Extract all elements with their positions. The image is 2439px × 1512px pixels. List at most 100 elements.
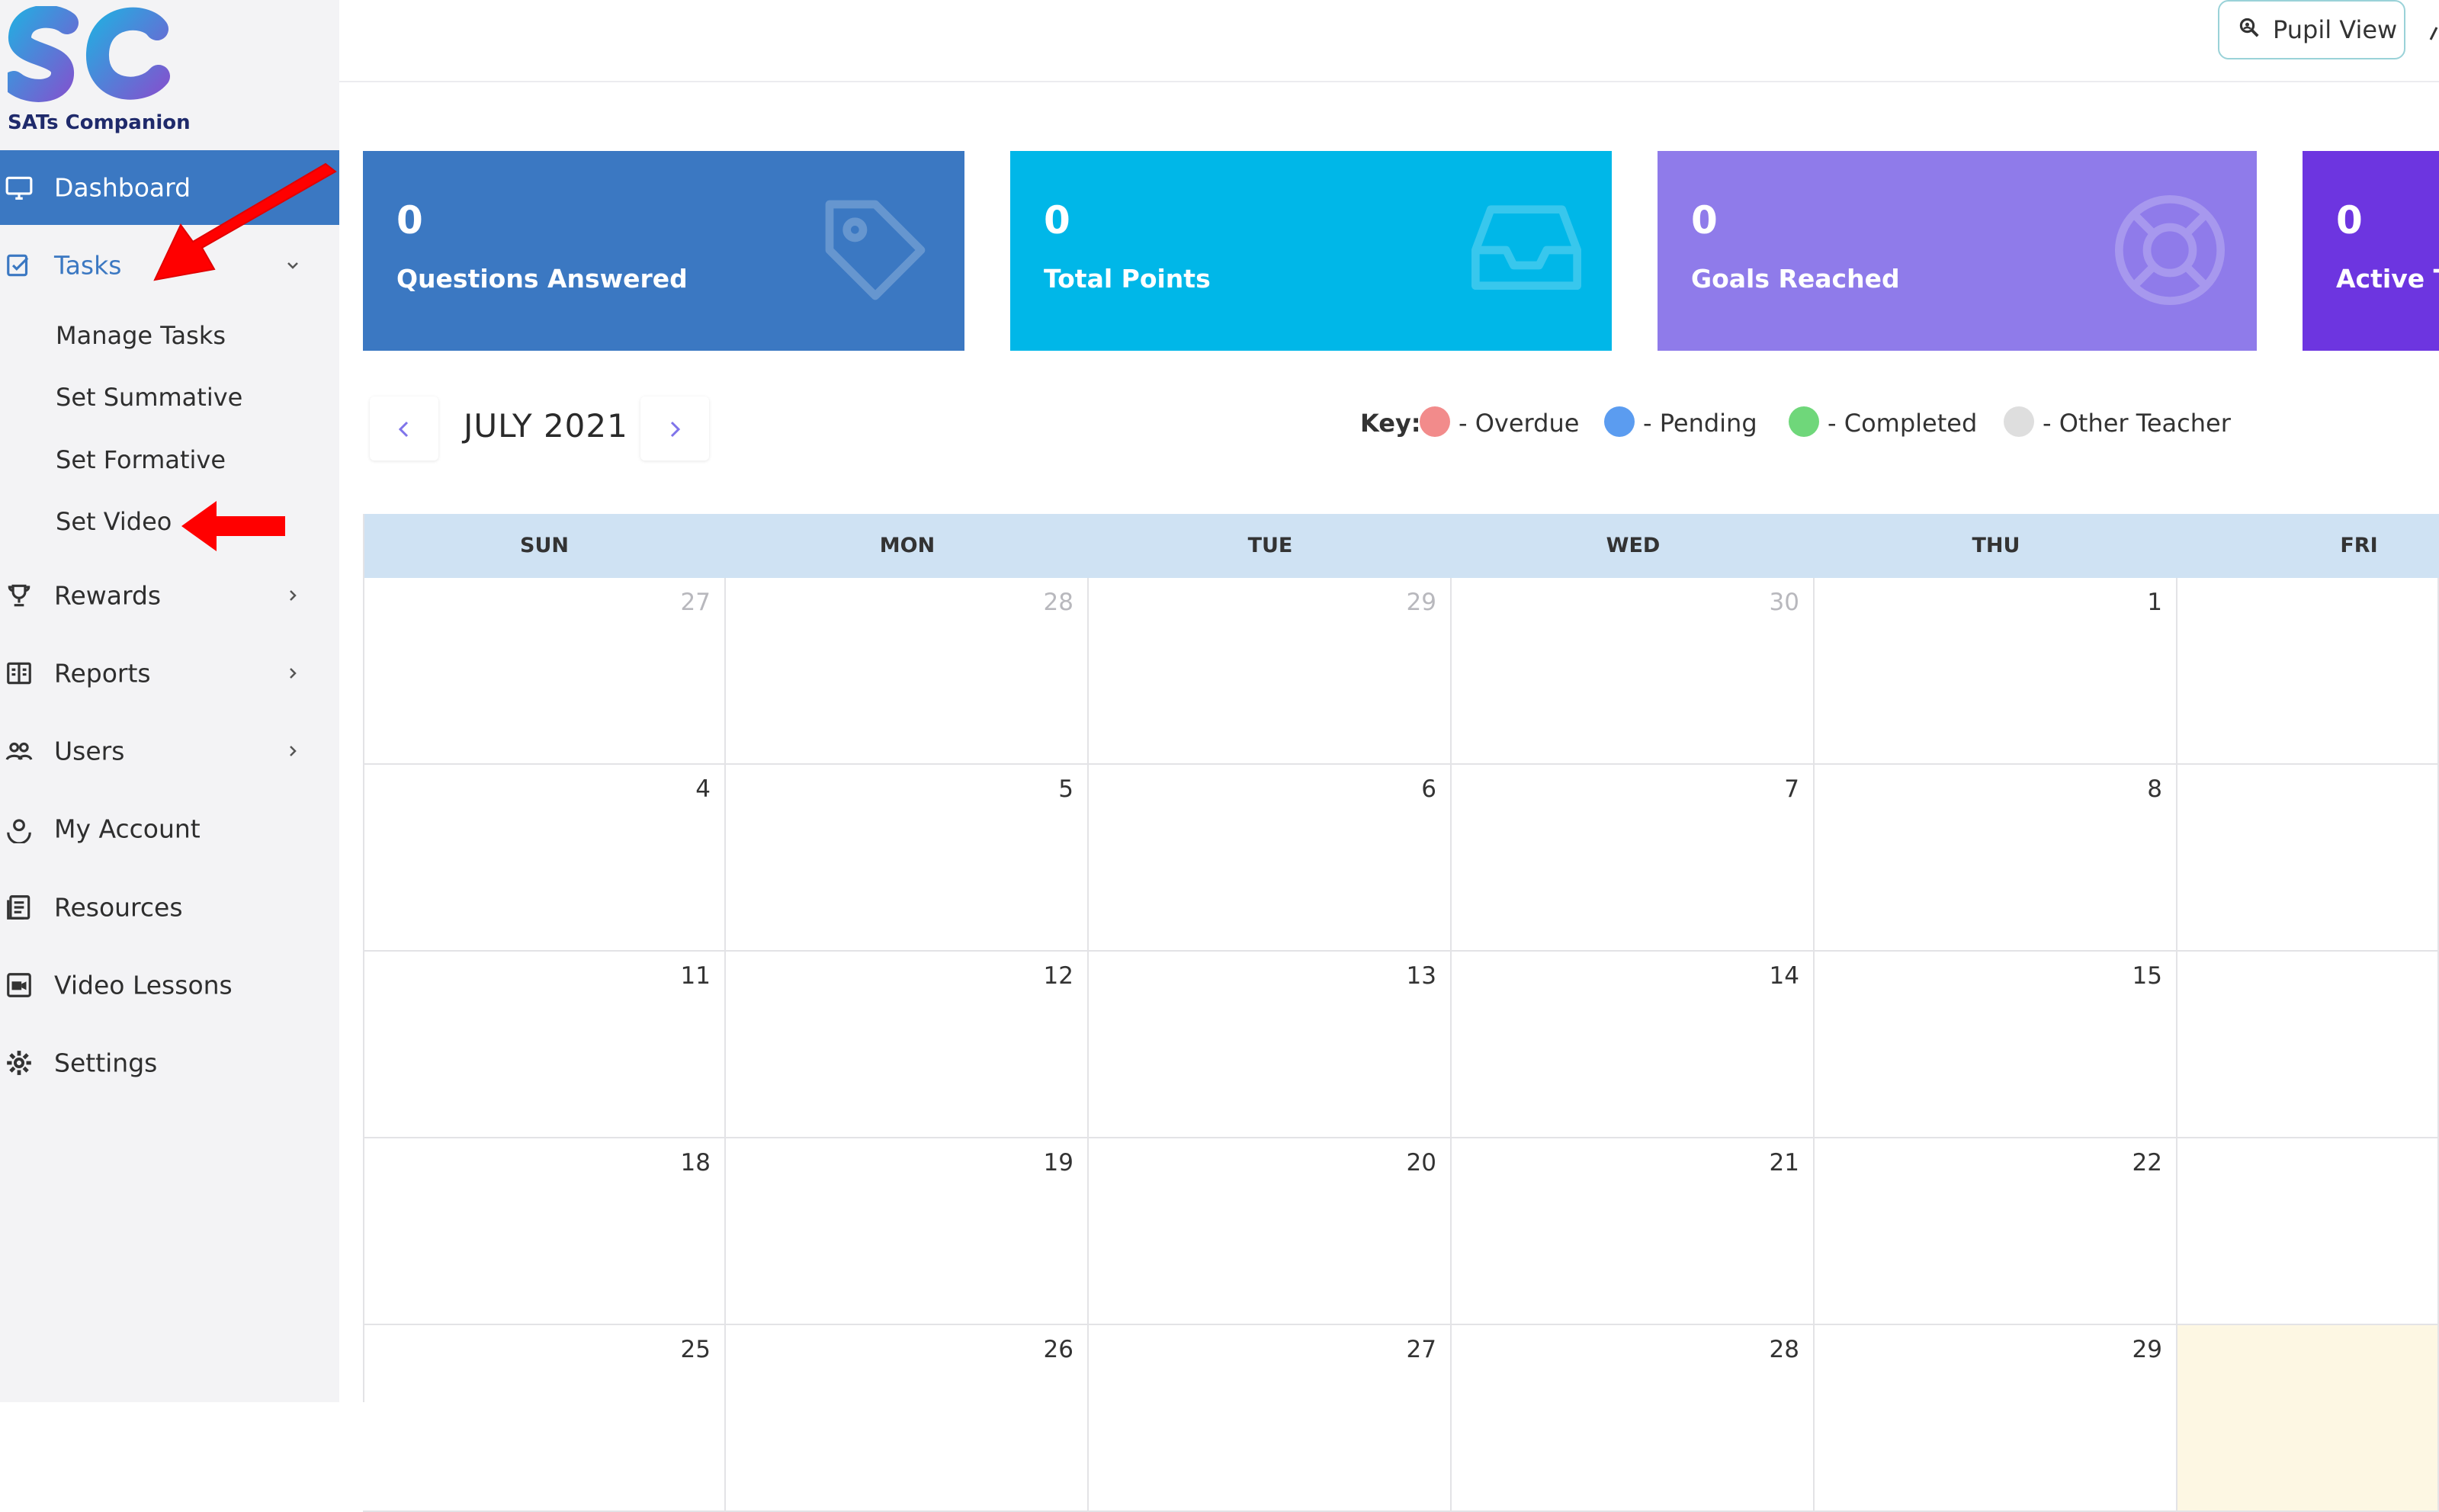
calendar-day-cell[interactable]: 14 (1452, 952, 1815, 1138)
sidebar-subitem-set-video[interactable]: Set Video (56, 507, 172, 536)
stat-card-goals-reached[interactable]: 0 Goals Reached (1658, 151, 2257, 351)
trophy-icon (8, 584, 30, 607)
sidebar-subitem-manage-tasks[interactable]: Manage Tasks (56, 321, 226, 350)
prev-month-button[interactable] (370, 396, 438, 461)
day-number: 29 (2132, 1336, 2162, 1363)
weekday-wed: WED (1606, 534, 1661, 557)
calendar-day-cell[interactable]: 18 (363, 1138, 726, 1325)
calendar-day-cell[interactable]: 11 (363, 952, 726, 1138)
day-number: 29 (1406, 589, 1436, 616)
sidebar-item-video-lessons[interactable]: Video Lessons (0, 948, 339, 1022)
day-number: 18 (680, 1149, 711, 1177)
tag-icon (825, 200, 926, 300)
calendar-day-cell[interactable]: 27 (363, 578, 726, 765)
day-number: 27 (1406, 1336, 1436, 1363)
weekday-tue: TUE (1247, 534, 1293, 557)
sidebar-item-label: Users (54, 736, 125, 766)
calendar-day-cell[interactable]: 29 (1089, 578, 1452, 765)
stat-label: Active T (2336, 264, 2439, 294)
sidebar-item-label: Resources (54, 892, 183, 923)
sidebar-item-label: Video Lessons (54, 970, 233, 1000)
day-number: 22 (2132, 1149, 2162, 1177)
calendar-day-cell[interactable]: 29 (1815, 1325, 2177, 1512)
day-number: 11 (680, 962, 711, 990)
calendar-day-cell[interactable]: 28 (1452, 1325, 1815, 1512)
calendar-day-cell[interactable]: 7 (1452, 765, 1815, 952)
day-number: 21 (1769, 1149, 1799, 1177)
day-number: 8 (2147, 775, 2162, 803)
day-number: 5 (1058, 775, 1073, 803)
calendar-day-cell[interactable]: 6 (1089, 765, 1452, 952)
calendar-day-cell[interactable]: 22 (1815, 1138, 2177, 1325)
stat-label: Questions Answered (396, 264, 688, 294)
calendar-day-cell[interactable]: 8 (1815, 765, 2177, 952)
calendar-day-cell[interactable] (2177, 578, 2439, 765)
calendar-day-cell[interactable] (2177, 952, 2439, 1138)
calendar-day-cell[interactable]: 12 (726, 952, 1089, 1138)
calendar-day-cell[interactable]: 4 (363, 765, 726, 952)
calendar-day-cell[interactable]: 1 (1815, 578, 2177, 765)
calendar-day-cell[interactable]: 5 (726, 765, 1089, 952)
key-dot-overdue (1420, 406, 1450, 437)
sidebar-item-settings[interactable]: Settings (0, 1026, 339, 1100)
sidebar: SATs Companion Dashboard Tasks Manage Ta… (0, 0, 339, 1402)
day-number: 28 (1043, 589, 1073, 616)
calendar-day-cell[interactable]: 30 (1452, 578, 1815, 765)
day-number: 7 (1784, 775, 1799, 803)
stat-card-total-points[interactable]: 0 Total Points (1010, 151, 1612, 351)
stat-card-questions-answered[interactable]: 0 Questions Answered (363, 151, 964, 351)
sidebar-item-resources[interactable]: Resources (0, 870, 339, 945)
stat-value: 0 (2336, 198, 2363, 242)
pupil-view-button[interactable]: Pupil View (2218, 0, 2405, 59)
stat-value: 0 (1044, 198, 1070, 242)
stat-card-active-tasks[interactable]: 0 Active T (2303, 151, 2439, 351)
calendar-day-cell[interactable]: 21 (1452, 1138, 1815, 1325)
logo-text: SATs Companion (8, 111, 191, 134)
weekday-thu: THU (1972, 534, 2020, 557)
sidebar-item-label: My Account (54, 814, 201, 844)
search-person-icon (2239, 18, 2259, 37)
key-label: Key: (1360, 409, 1421, 438)
stat-value: 0 (396, 198, 423, 242)
resources-icon (7, 895, 30, 920)
stat-label: Goals Reached (1691, 264, 1900, 294)
calendar-day-cell[interactable]: 15 (1815, 952, 2177, 1138)
key-other-teacher: - Other Teacher (2043, 409, 2231, 438)
key-overdue: - Overdue (1459, 409, 1580, 438)
calendar-day-cell[interactable]: 20 (1089, 1138, 1452, 1325)
day-number: 1 (2147, 589, 2162, 616)
day-number: 26 (1043, 1336, 1073, 1363)
stat-label: Total Points (1044, 264, 1211, 294)
sidebar-subitem-set-formative[interactable]: Set Formative (56, 445, 226, 474)
calendar-day-cell[interactable] (2177, 1325, 2439, 1512)
calendar-day-cell[interactable]: 27 (1089, 1325, 1452, 1512)
calendar-day-cell[interactable] (2177, 1138, 2439, 1325)
calendar-day-cell[interactable]: 13 (1089, 952, 1452, 1138)
chevron-right-icon (290, 746, 297, 756)
sidebar-item-rewards[interactable]: Rewards (0, 558, 339, 633)
calendar-day-cell[interactable] (2177, 765, 2439, 952)
calendar-left-border (363, 514, 364, 1402)
top-bar (339, 0, 2439, 82)
sidebar-item-reports[interactable]: Reports (0, 636, 339, 711)
month-title: JULY 2021 (464, 407, 628, 445)
gear-icon (7, 1051, 31, 1075)
calendar-day-cell[interactable]: 26 (726, 1325, 1089, 1512)
calendar-day-cell[interactable]: 19 (726, 1138, 1089, 1325)
video-icon (7, 973, 31, 997)
calendar-day-cell[interactable]: 25 (363, 1325, 726, 1512)
day-number: 28 (1769, 1336, 1799, 1363)
sidebar-item-users[interactable]: Users (0, 714, 339, 788)
chevron-right-icon (290, 590, 297, 601)
account-icon (7, 819, 31, 843)
sidebar-item-label: Tasks (54, 250, 122, 281)
key-dot-other-teacher (2004, 406, 2034, 437)
calendar-day-cell[interactable]: 28 (726, 578, 1089, 765)
sidebar-subitem-set-summative[interactable]: Set Summative (56, 383, 242, 412)
weekday-mon: MON (879, 534, 935, 557)
next-month-button[interactable] (640, 396, 709, 461)
day-number: 27 (680, 589, 711, 616)
sidebar-item-my-account[interactable]: My Account (0, 791, 339, 866)
key-dot-pending (1604, 406, 1635, 437)
key-pending: - Pending (1643, 409, 1757, 438)
